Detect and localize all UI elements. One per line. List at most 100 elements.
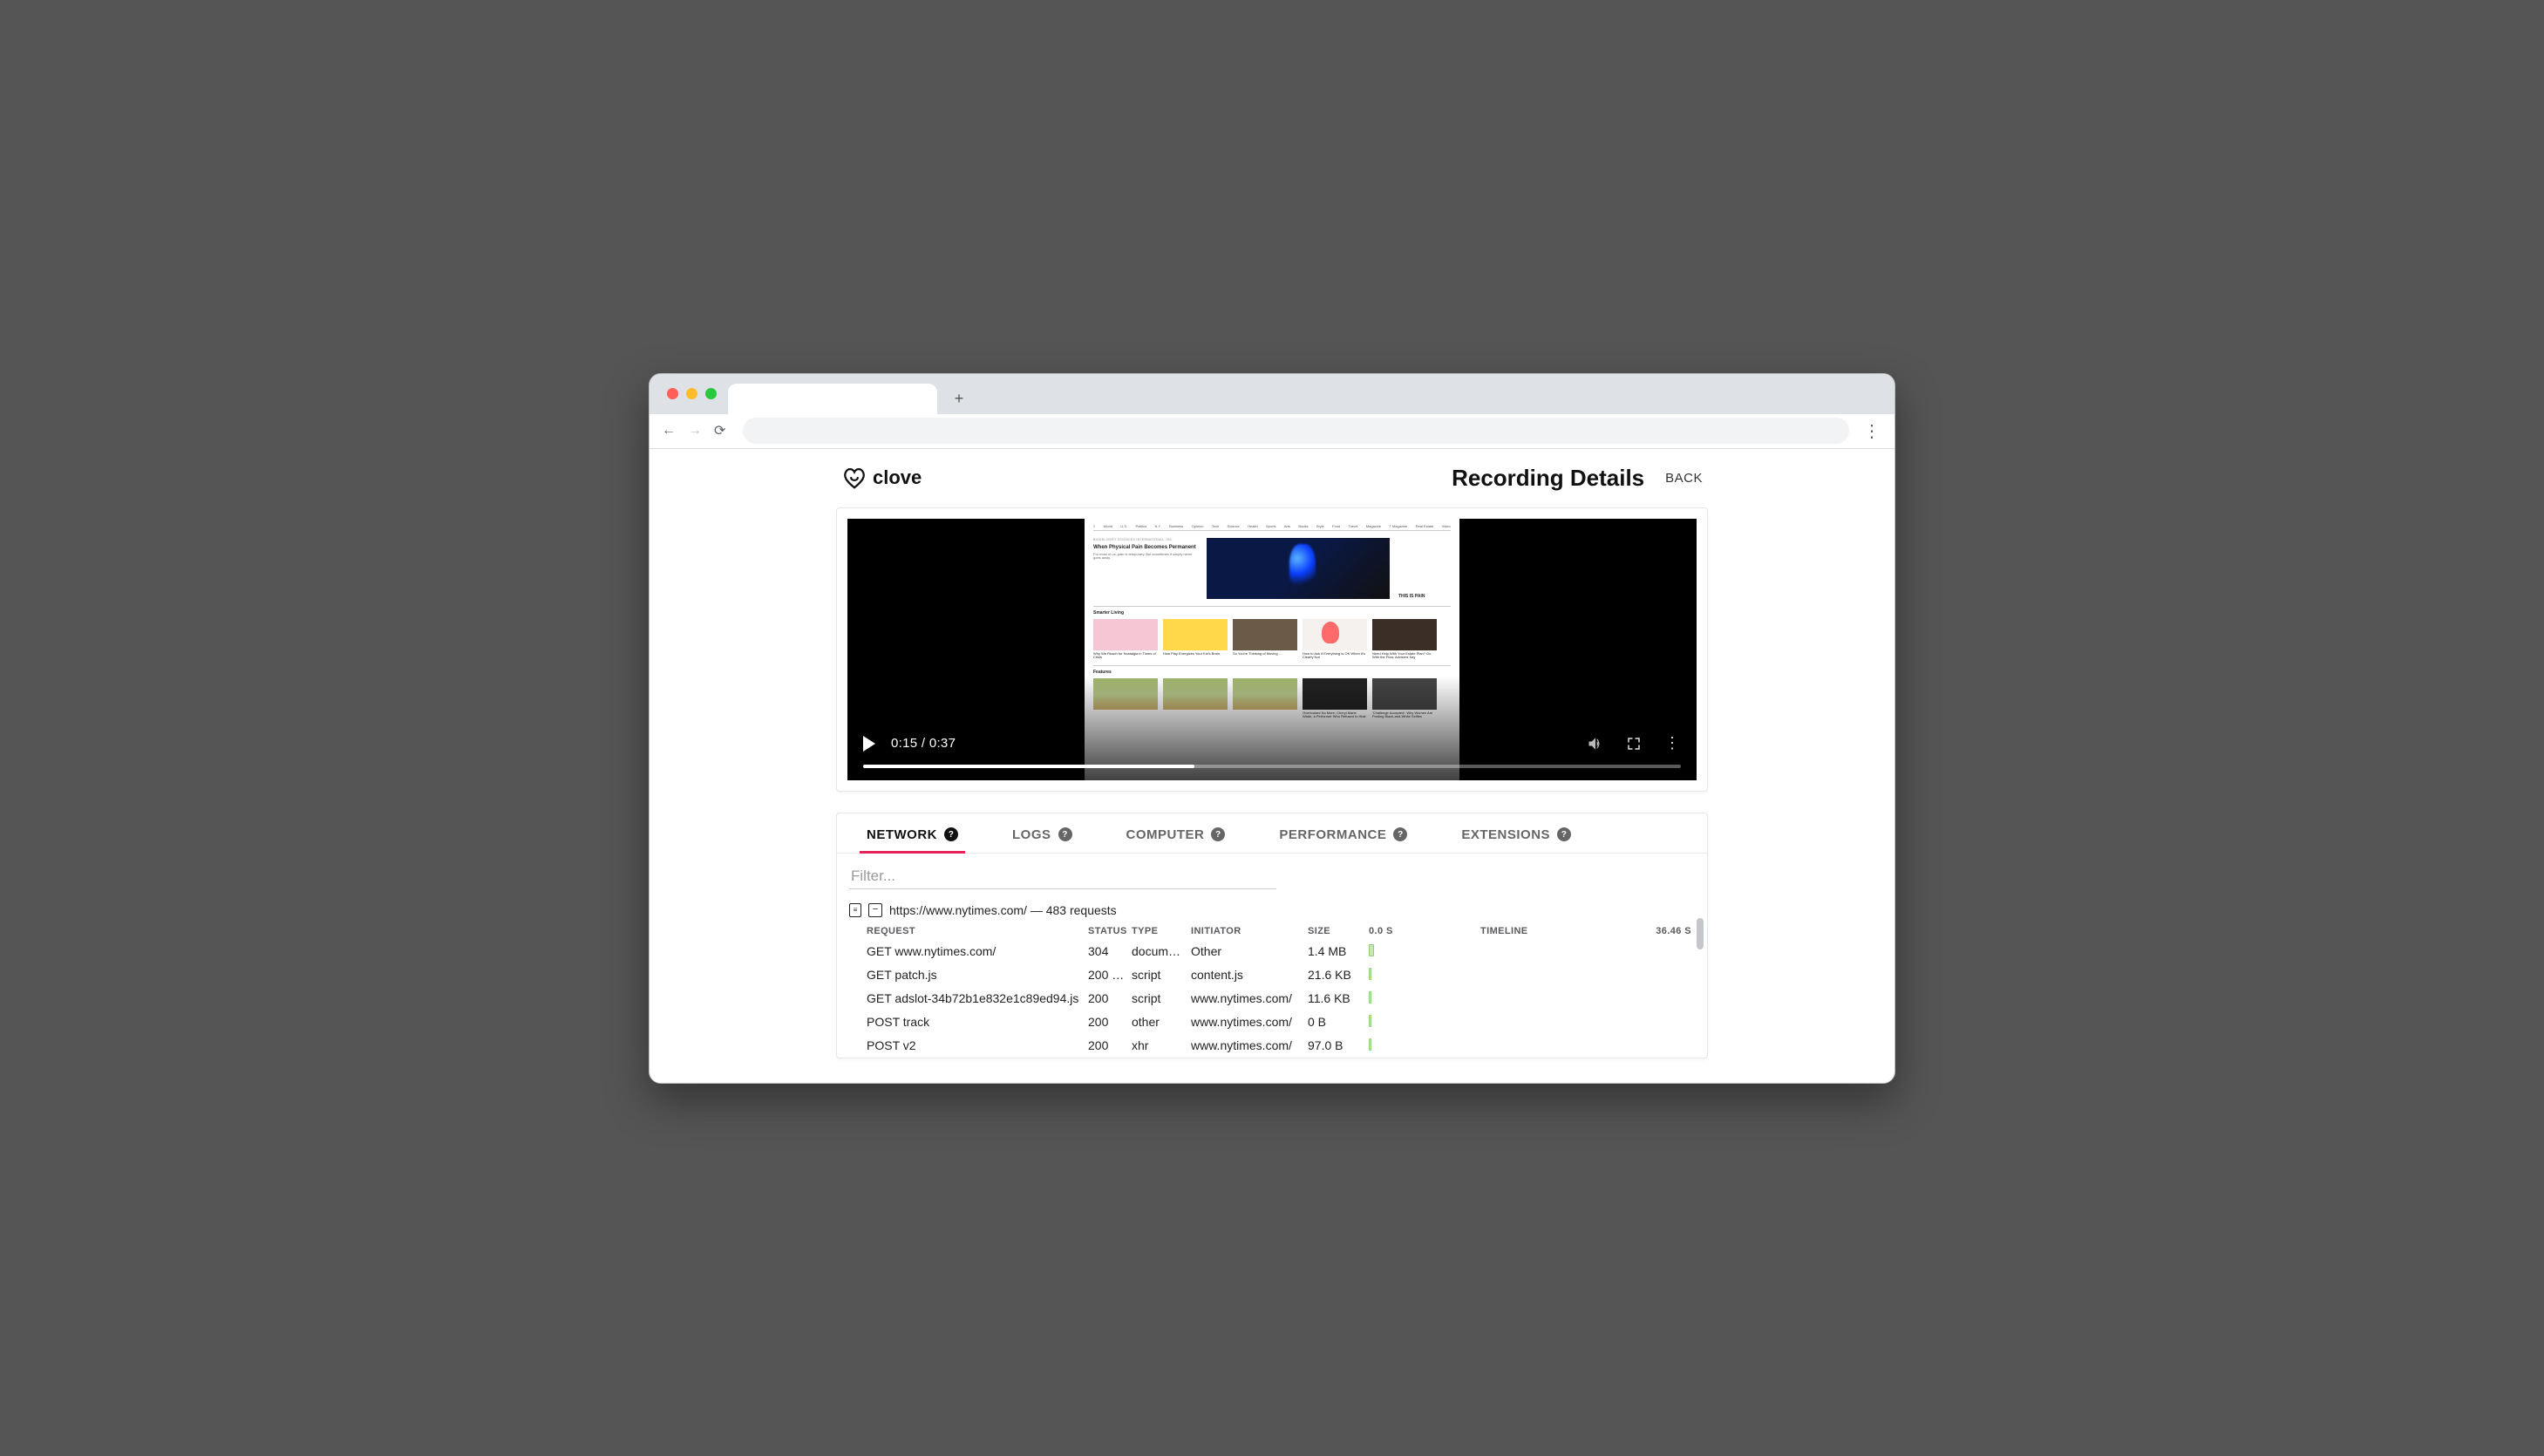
cell-initiator: www.nytimes.com/ [1187,1010,1304,1034]
browser-window: + ← → ⟳ ⋮ clove Recording Details BACK [649,373,1895,1084]
cell-size: 11.6 KB [1304,987,1365,1010]
header-right: Recording Details BACK [1452,465,1703,492]
brand-name: clove [873,466,922,489]
preview-hero-title: When Physical Pain Becomes Permanent [1093,545,1198,550]
reload-icon[interactable]: ⟳ [714,422,725,439]
cell-type: xhr [1128,1034,1187,1058]
preview-section-1: Smarter Living [1093,606,1451,616]
minimize-window-button[interactable] [686,388,697,399]
cell-status: 200 OK [1085,963,1128,987]
close-window-button[interactable] [667,388,678,399]
document-icon: ≡ [849,903,861,917]
address-bar[interactable] [743,418,1849,444]
cell-size: 21.6 KB [1304,963,1365,987]
cell-size: 0 B [1304,1010,1365,1034]
col-timeline: TIMELINE [1477,921,1643,940]
table-row[interactable]: GET patch.js200 OKscriptcontent.js21.6 K… [849,963,1695,987]
maximize-window-button[interactable] [705,388,717,399]
table-row[interactable]: GET www.nytimes.com/304documentOther1.4 … [849,940,1695,963]
cell-timeline [1365,987,1477,1010]
brand[interactable]: clove [841,465,922,491]
cell-initiator: www.nytimes.com/ [1187,1034,1304,1058]
video-progress-fill [863,765,1194,768]
page-header: clove Recording Details BACK [836,461,1708,507]
cell-timeline [1365,963,1477,987]
preview-hero-side: THIS IS PAIN [1398,594,1425,599]
forward-icon: → [688,423,702,439]
request-summary-row: ≡ − https://www.nytimes.com/ — 483 reque… [837,895,1707,921]
cell-timeline [1365,940,1477,963]
col-initiator: INITIATOR [1187,921,1304,940]
tab-label: PERFORMANCE [1279,827,1386,842]
back-icon[interactable]: ← [662,423,676,439]
cell-status: 200 [1085,1034,1128,1058]
cell-size: 97.0 B [1304,1034,1365,1058]
tab-network[interactable]: NETWORK? [867,827,958,853]
play-button[interactable] [863,736,875,752]
cell-request: POST v2 [849,1034,1085,1058]
cell-type: script [1128,963,1187,987]
video-player[interactable]: ≡WorldU.S.PoliticsN.Y.BusinessOpinionTec… [847,519,1697,780]
help-icon[interactable]: ? [944,827,958,841]
video-progress[interactable] [863,765,1681,768]
col-time-start: 0.0 S [1365,921,1477,940]
cell-timeline [1365,1034,1477,1058]
cell-status: 200 [1085,987,1128,1010]
page: clove Recording Details BACK ≡WorldU.S.P… [836,449,1708,1058]
summary-text: https://www.nytimes.com/ — 483 requests [889,903,1117,917]
col-type: TYPE [1128,921,1187,940]
brand-logo-icon [841,465,867,491]
table-row[interactable]: POST track200otherwww.nytimes.com/0 B [849,1010,1695,1034]
browser-toolbar: ← → ⟳ ⋮ [650,414,1894,449]
cell-request: GET www.nytimes.com/ [849,940,1085,963]
preview-hero-sub: For most of us, pain is temporary. But s… [1093,553,1198,561]
fullscreen-icon[interactable] [1625,735,1643,752]
col-request: REQUEST [849,921,1085,940]
window-controls [667,388,717,399]
help-icon[interactable]: ? [1557,827,1571,841]
tab-label: NETWORK [867,827,937,842]
table-row[interactable]: POST v2200xhrwww.nytimes.com/97.0 B [849,1034,1695,1058]
tab-extensions[interactable]: EXTENSIONS? [1461,827,1571,853]
cell-size: 1.4 MB [1304,940,1365,963]
cell-request: GET adslot-34b72b1e832e1c89ed94.js [849,987,1085,1010]
video-card: ≡WorldU.S.PoliticsN.Y.BusinessOpinionTec… [836,507,1708,792]
tab-computer[interactable]: COMPUTER? [1126,827,1226,853]
viewport: clove Recording Details BACK ≡WorldU.S.P… [650,449,1894,1083]
preview-hero-kicker: BIODELIVERY SCIENCES INTERNATIONAL, INC. [1093,538,1198,541]
cell-initiator: Other [1187,940,1304,963]
cell-type: script [1128,987,1187,1010]
tab-label: LOGS [1012,827,1051,842]
table-row[interactable]: GET adslot-34b72b1e832e1c89ed94.js200scr… [849,987,1695,1010]
browser-menu-icon[interactable]: ⋮ [1861,420,1882,442]
cell-status: 200 [1085,1010,1128,1034]
col-time-end: 36.46 S [1643,921,1695,940]
preview-hero-image [1207,538,1390,599]
table-header: REQUEST STATUS TYPE INITIATOR SIZE 0.0 S… [849,921,1695,940]
filter-input[interactable] [849,864,1276,889]
cell-request: POST track [849,1010,1085,1034]
cell-type: document [1128,940,1187,963]
tab-logs[interactable]: LOGS? [1012,827,1072,853]
video-more-icon[interactable]: ⋮ [1663,735,1681,752]
help-icon[interactable]: ? [1058,827,1072,841]
collapse-icon[interactable]: − [868,903,882,917]
help-icon[interactable]: ? [1211,827,1225,841]
preview-section-2: Features [1093,665,1451,675]
cell-timeline [1365,1010,1477,1034]
tab-performance[interactable]: PERFORMANCE? [1279,827,1407,853]
details-panel: NETWORK?LOGS?COMPUTER?PERFORMANCE?EXTENS… [836,813,1708,1058]
scrollbar-thumb[interactable] [1697,918,1704,949]
tab-label: COMPUTER [1126,827,1205,842]
cell-status: 304 [1085,940,1128,963]
video-controls: 0:15 / 0:37 ⋮ [847,723,1697,780]
cell-request: GET patch.js [849,963,1085,987]
volume-icon[interactable] [1587,735,1604,752]
new-tab-button[interactable]: + [946,386,972,412]
page-title: Recording Details [1452,465,1644,492]
back-link[interactable]: BACK [1665,471,1703,486]
network-table: REQUEST STATUS TYPE INITIATOR SIZE 0.0 S… [849,921,1695,1058]
browser-tab[interactable] [728,384,937,414]
help-icon[interactable]: ? [1393,827,1407,841]
col-size: SIZE [1304,921,1365,940]
